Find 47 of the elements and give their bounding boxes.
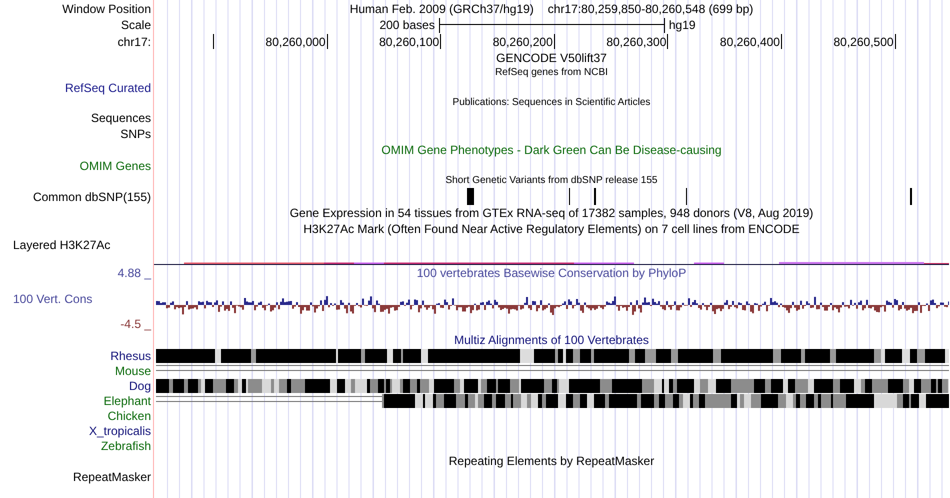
ruler-label: 80,260,500	[834, 34, 894, 48]
track-label[interactable]: Elephant	[104, 394, 151, 408]
ruler-label: 80,260,300	[606, 34, 666, 48]
track-label: chr17:	[118, 34, 151, 48]
track-label[interactable]: Dog	[128, 378, 151, 392]
track-title: Publications: Sequences in Scientific Articles	[452, 97, 650, 109]
ruler-tick	[894, 34, 896, 49]
track-label: Scale	[120, 18, 151, 32]
track-label[interactable]: RepeatMasker	[72, 470, 151, 484]
track-label[interactable]: Rhesus	[110, 348, 151, 362]
ruler-label: 80,260,000	[266, 34, 326, 48]
track-title: GENCODE V50lift37	[496, 51, 607, 65]
ruler-label: 80,260,400	[720, 34, 780, 48]
track-title: RefSeq genes from NCBI	[495, 67, 608, 79]
track-title: Gene Expression in 54 tissues from GTEx RNA-seq of 17382 samples, 948 donors (V8, Aug 2019)	[290, 206, 814, 220]
track-title: H3K27Ac Mark (Often Found Near Active Regulatory Elements) on 7 cell lines from ENCODE	[303, 222, 800, 236]
track-label[interactable]: -4.5 _	[120, 317, 151, 331]
track-title: OMIM Gene Phenotypes - Dark Green Can Be Disease-causing	[381, 143, 722, 157]
ruler-tick	[667, 34, 668, 49]
ruler-tick	[780, 34, 782, 49]
ruler-label: 80,260,100	[379, 34, 440, 48]
track-label[interactable]: RefSeq Curated	[64, 81, 151, 95]
track-label[interactable]: OMIM Genes	[80, 159, 151, 173]
ruler-tick	[554, 34, 555, 49]
track-label[interactable]: 100 Vert. Cons	[13, 292, 92, 306]
track-label[interactable]: Zebrafish	[100, 438, 151, 452]
ruler-tick	[326, 34, 328, 49]
track-label: Window Position	[62, 2, 151, 16]
track-title: 100 vertebrates Basewise Conservation by PhyloP	[416, 266, 686, 280]
ruler-label: 80,260,200	[492, 34, 553, 48]
ruler-tick	[440, 34, 442, 49]
track-label[interactable]: Layered H3K27Ac	[13, 238, 110, 252]
ruler-tick	[213, 34, 214, 49]
track-label[interactable]: SNPs	[120, 127, 151, 141]
track-label[interactable]: Chicken	[108, 408, 151, 422]
track-title: Repeating Elements by RepeatMasker	[448, 454, 654, 468]
track-label[interactable]: Sequences	[90, 111, 151, 125]
track-label[interactable]: Common dbSNP(155)	[32, 190, 151, 204]
track-label[interactable]: X_tropicalis	[88, 424, 151, 438]
assembly-label: hg19	[668, 18, 696, 32]
track-title: Short Genetic Variants from dbSNP release 155	[446, 175, 658, 187]
track-label[interactable]: 4.88 _	[118, 266, 151, 280]
position-text: chr17:80,259,850-80,260,548 (699 bp)	[548, 2, 754, 16]
track-title: Multiz Alignments of 100 Vertebrates	[454, 333, 649, 347]
track-label[interactable]: Mouse	[114, 364, 151, 378]
scale-length: 200 bases	[379, 18, 435, 32]
assembly-title: Human Feb. 2009 (GRCh37/hg19)	[350, 2, 534, 16]
